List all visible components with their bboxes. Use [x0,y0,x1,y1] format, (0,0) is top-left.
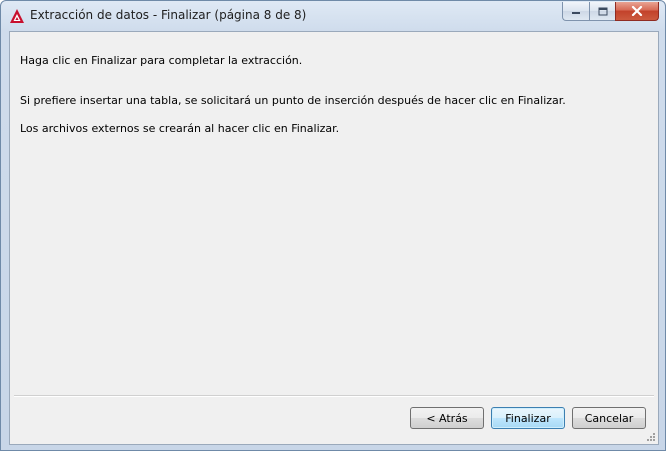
footer-divider [14,395,654,397]
close-button[interactable] [615,2,659,21]
caption-buttons [562,2,659,21]
dialog-body: Haga clic en Finalizar para completar la… [9,31,659,445]
title-bar[interactable]: Extracción de datos - Finalizar (página … [1,1,665,31]
maximize-icon [598,7,607,15]
minimize-button[interactable] [562,2,589,21]
finish-instruction-text: Haga clic en Finalizar para completar la… [20,54,303,67]
resize-grip-icon[interactable] [646,432,656,442]
close-icon [631,6,643,16]
dialog-window: Extracción de datos - Finalizar (página … [0,0,666,451]
maximize-button[interactable] [589,2,615,21]
minimize-icon [572,12,580,14]
window-title: Extracción de datos - Finalizar (página … [30,8,307,22]
autocad-logo-icon [10,9,24,23]
back-button[interactable]: < Atrás [410,407,484,429]
cancel-button[interactable]: Cancelar [572,407,646,429]
external-files-text: Los archivos externos se crearán al hace… [20,122,340,135]
finish-button[interactable]: Finalizar [491,407,565,429]
table-insertion-text: Si prefiere insertar una tabla, se solic… [20,94,566,107]
